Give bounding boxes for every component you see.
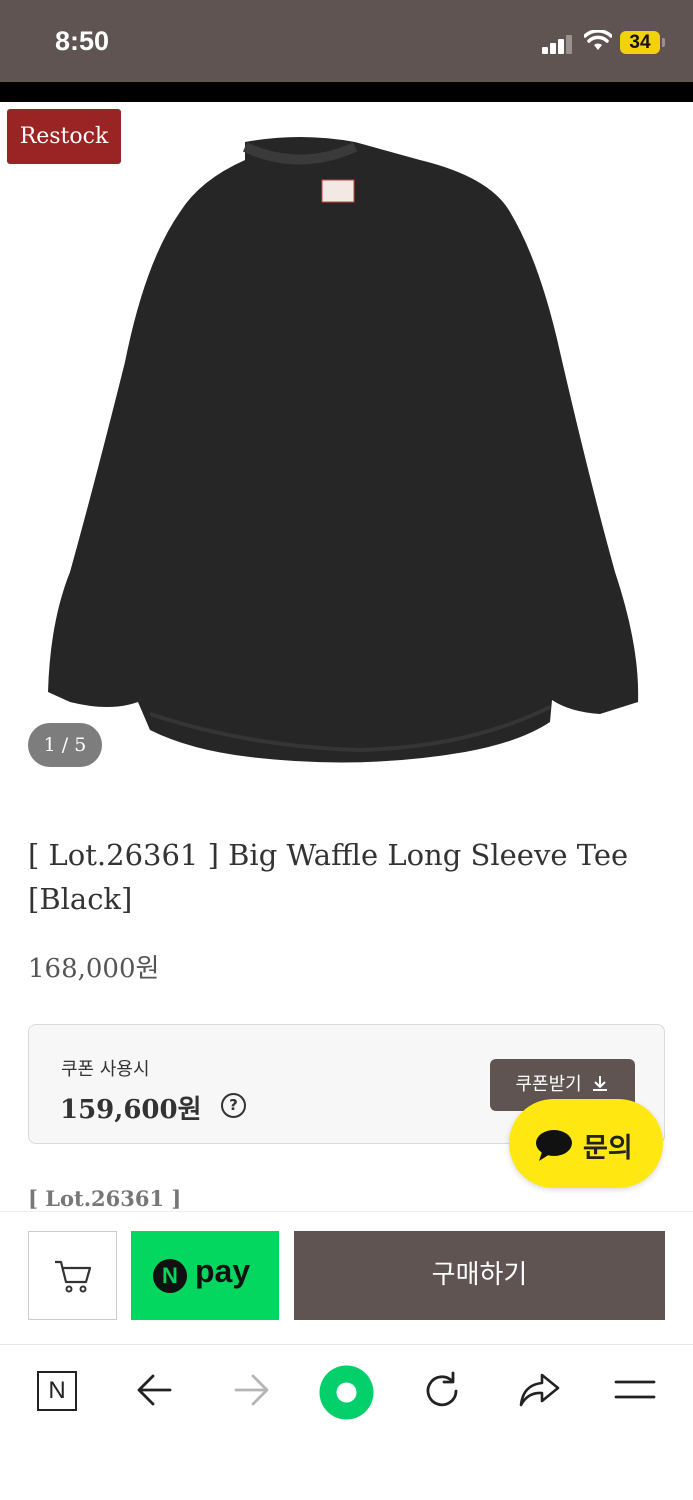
menu-icon[interactable]	[614, 1379, 656, 1401]
status-time: 8:50	[55, 26, 110, 56]
chat-bubble-icon	[536, 1130, 572, 1161]
npay-logo-icon: N	[153, 1259, 187, 1293]
npay-button[interactable]: N pay	[131, 1231, 279, 1320]
browser-toolbar: N	[0, 1344, 693, 1500]
sweater-illustration	[48, 137, 639, 763]
action-bar: N pay 구매하기	[0, 1211, 693, 1344]
forward-arrow-icon[interactable]	[232, 1371, 270, 1409]
status-bar: 8:50 34	[0, 0, 693, 82]
restock-badge: Restock	[7, 109, 121, 164]
inquiry-button[interactable]: 문의	[509, 1099, 663, 1188]
green-dot-icon[interactable]	[319, 1365, 374, 1420]
lot-heading: [ Lot.26361 ]	[28, 1186, 182, 1211]
reload-icon[interactable]	[422, 1371, 462, 1411]
naver-home-letter: N	[48, 1377, 66, 1404]
npay-label: pay	[195, 1253, 251, 1289]
coupon-get-label: 쿠폰받기	[515, 1074, 582, 1095]
product-title: [ Lot.26361 ] Big Waffle Long Sleeve Tee…	[28, 838, 629, 916]
help-icon[interactable]: ?	[221, 1093, 246, 1118]
cart-icon	[55, 1260, 92, 1293]
battery-cap	[662, 38, 665, 47]
buy-button[interactable]: 구매하기	[294, 1231, 665, 1320]
product-image[interactable]	[0, 102, 693, 792]
download-icon	[593, 1076, 608, 1091]
battery-icon: 34	[620, 31, 660, 54]
coupon-label: 쿠폰 사용시	[61, 1059, 150, 1080]
inquiry-label: 문의	[583, 1133, 633, 1164]
share-icon[interactable]	[518, 1371, 560, 1409]
back-arrow-icon[interactable]	[136, 1371, 174, 1409]
naver-home-icon[interactable]: N	[37, 1371, 77, 1411]
signal-icon	[542, 32, 574, 54]
header-strip	[0, 82, 693, 102]
coupon-price: 159,600원	[60, 1095, 202, 1125]
wifi-icon	[584, 30, 612, 50]
image-counter: 1 / 5	[28, 723, 102, 767]
product-price: 168,000원	[28, 954, 160, 984]
cart-button[interactable]	[28, 1231, 117, 1320]
